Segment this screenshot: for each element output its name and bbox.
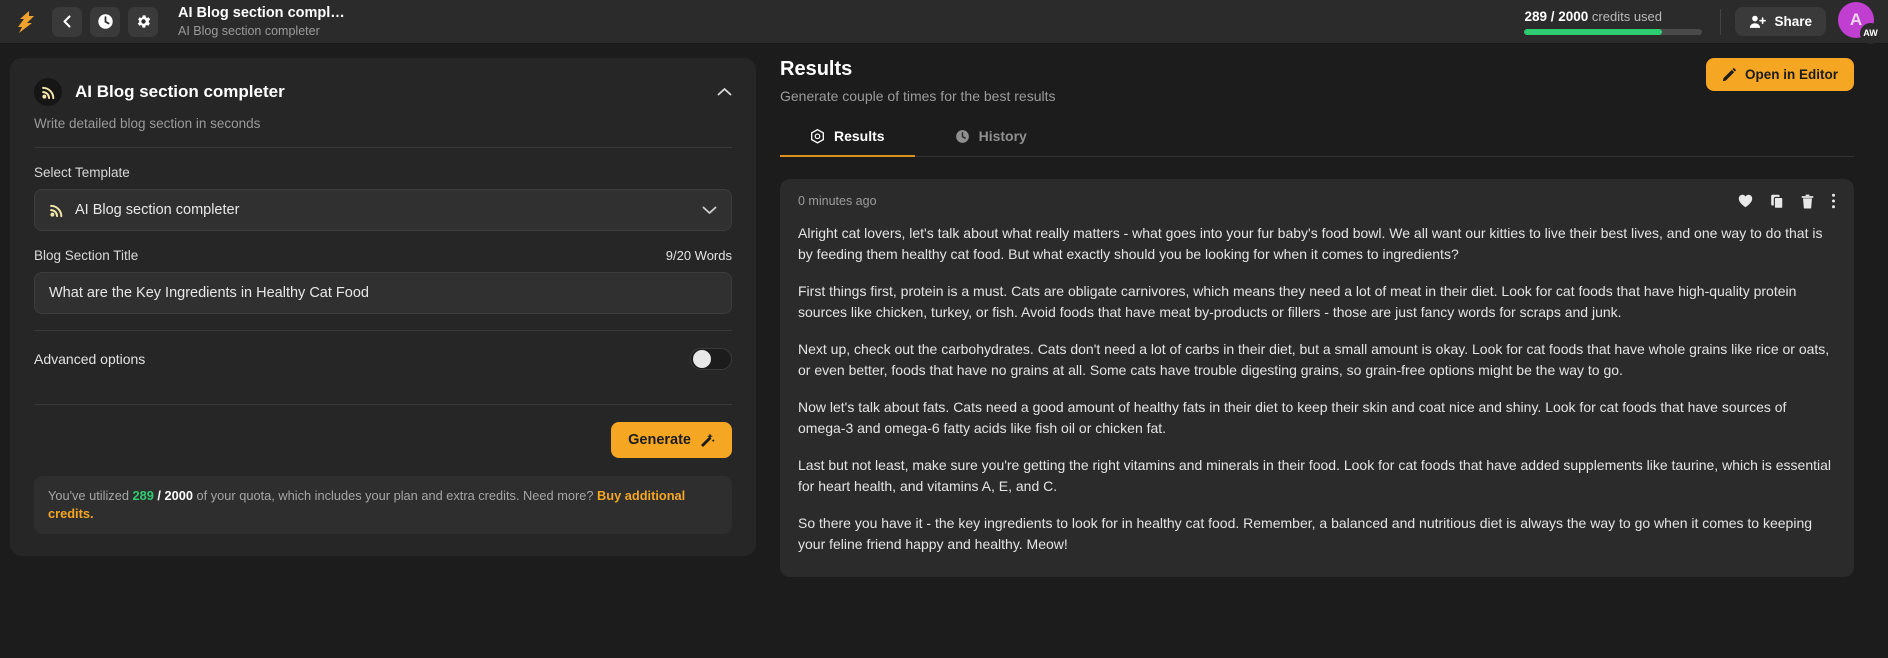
credits-progress-track <box>1524 28 1703 35</box>
generate-row: Generate <box>34 405 732 458</box>
more-options-button[interactable] <box>1831 193 1836 209</box>
quota-used: 289 <box>132 488 154 503</box>
right-column: Results Generate couple of times for the… <box>770 58 1888 658</box>
credits-progress-fill <box>1524 28 1662 35</box>
magic-wand-icon <box>701 433 715 447</box>
result-paragraph: Last but not least, make sure you're get… <box>798 457 1832 494</box>
credits-used: 289 <box>1524 8 1547 24</box>
avatar-initial: A <box>1849 9 1863 29</box>
tab-history-label: History <box>978 128 1027 144</box>
blog-title-label: Blog Section Title <box>34 248 139 263</box>
generate-button[interactable]: Generate <box>611 422 732 458</box>
card-title: AI Blog section completer <box>75 82 285 101</box>
results-tabs: Results History <box>780 119 1854 157</box>
credits-meter: 289 / 2000 credits used <box>1524 9 1703 35</box>
advanced-options-label: Advanced options <box>34 351 146 367</box>
lightning-s-logo-icon <box>18 10 34 33</box>
user-menu[interactable]: A AW <box>1838 1 1881 44</box>
topbar-divider <box>1720 8 1722 35</box>
blog-title-label-row: Blog Section Title 9/20 Words <box>34 248 732 263</box>
top-bar: AI Blog section compl… AI Blog section c… <box>0 0 1888 44</box>
template-badge <box>34 78 62 106</box>
credits-suffix: credits used <box>1588 8 1663 24</box>
rss-signal-icon <box>41 86 54 99</box>
result-paragraph: Next up, check out the carbohydrates. Ca… <box>798 341 1830 378</box>
blog-title-input[interactable]: What are the Key Ingredients in Healthy … <box>34 272 732 314</box>
advanced-options-toggle[interactable] <box>690 348 732 370</box>
quota-slash: / <box>153 488 165 503</box>
tab-results[interactable]: Results <box>780 119 915 157</box>
template-form-card: AI Blog section completer Write detailed… <box>10 58 756 556</box>
template-select-value: AI Blog section completer <box>75 202 240 218</box>
gear-hex-icon <box>811 128 824 144</box>
pencil-icon <box>1722 67 1737 82</box>
quota-notice: You've utilized 289 / 2000 of your quota… <box>34 476 732 534</box>
collapse-card-button[interactable] <box>717 87 732 97</box>
select-template-label: Select Template <box>34 165 130 180</box>
advanced-options-row: Advanced options <box>34 331 732 388</box>
heart-icon <box>1738 194 1753 208</box>
rss-signal-icon <box>49 203 64 218</box>
share-label: Share <box>1774 14 1812 29</box>
card-divider <box>34 147 732 148</box>
word-count: 9/20 Words <box>665 248 732 263</box>
delete-button[interactable] <box>1801 194 1814 209</box>
left-column: AI Blog section completer Write detailed… <box>0 58 770 658</box>
chevron-up-icon <box>717 88 732 96</box>
result-card-header: 0 minutes ago <box>798 193 1836 209</box>
result-text: Alright cat lovers, let's talk about wha… <box>798 223 1836 555</box>
page-body: AI Blog section completer Write detailed… <box>0 44 1888 658</box>
result-paragraph: Alright cat lovers, let's talk about wha… <box>798 225 1823 262</box>
trash-icon <box>1801 194 1814 209</box>
card-header: AI Blog section completer <box>34 78 732 106</box>
open-in-editor-label: Open in Editor <box>1745 67 1838 82</box>
tab-results-label: Results <box>834 128 885 144</box>
card-subtitle: Write detailed blog section in seconds <box>34 116 261 131</box>
clock-icon <box>955 129 969 143</box>
avatar-workspace-badge: AW <box>1860 22 1881 44</box>
page-subtitle: AI Blog section completer <box>178 23 320 38</box>
result-paragraph: So there you have it - the key ingredien… <box>798 515 1813 552</box>
clock-icon <box>97 14 113 29</box>
quota-total: 2000 <box>164 488 193 503</box>
page-title: AI Blog section compl… <box>178 4 345 21</box>
copy-button[interactable] <box>1770 194 1784 209</box>
result-paragraph: First things first, protein is a must. C… <box>798 283 1797 320</box>
back-button[interactable] <box>52 6 82 37</box>
results-header: Results Generate couple of times for the… <box>780 58 1854 104</box>
open-in-editor-button[interactable]: Open in Editor <box>1706 58 1854 91</box>
copy-icon <box>1771 194 1784 209</box>
gear-icon <box>137 15 150 28</box>
result-paragraph: Now let's talk about fats. Cats need a g… <box>798 399 1787 436</box>
app-logo[interactable] <box>8 4 44 40</box>
quota-middle: of your quota, which includes your plan … <box>193 488 598 503</box>
history-button[interactable] <box>90 6 120 37</box>
share-button[interactable]: Share <box>1735 7 1826 36</box>
credits-text: 289 / 2000 credits used <box>1524 9 1662 24</box>
quota-prefix: You've utilized <box>48 488 133 503</box>
result-card: 0 minutes ago Alright cat lovers, let's … <box>780 179 1854 577</box>
results-header-texts: Results Generate couple of times for the… <box>780 58 1706 104</box>
results-subtitle: Generate couple of times for the best re… <box>780 88 1056 104</box>
generate-label: Generate <box>628 432 691 448</box>
tab-history[interactable]: History <box>925 119 1057 157</box>
credits-separator: / <box>1547 8 1559 24</box>
chevron-down-icon <box>702 206 717 214</box>
result-timestamp: 0 minutes ago <box>798 194 877 208</box>
more-vertical-icon <box>1832 193 1835 209</box>
settings-button[interactable] <box>128 6 158 37</box>
toggle-knob <box>693 350 711 368</box>
credits-total: 2000 <box>1558 8 1589 24</box>
result-actions <box>1738 193 1836 209</box>
header-titles: AI Blog section compl… AI Blog section c… <box>178 5 345 39</box>
template-select[interactable]: AI Blog section completer <box>34 189 732 231</box>
person-add-icon <box>1750 15 1767 28</box>
chevron-left-icon <box>62 15 71 28</box>
favorite-button[interactable] <box>1738 194 1753 208</box>
results-title: Results <box>780 58 853 80</box>
blog-title-value: What are the Key Ingredients in Healthy … <box>49 285 369 301</box>
